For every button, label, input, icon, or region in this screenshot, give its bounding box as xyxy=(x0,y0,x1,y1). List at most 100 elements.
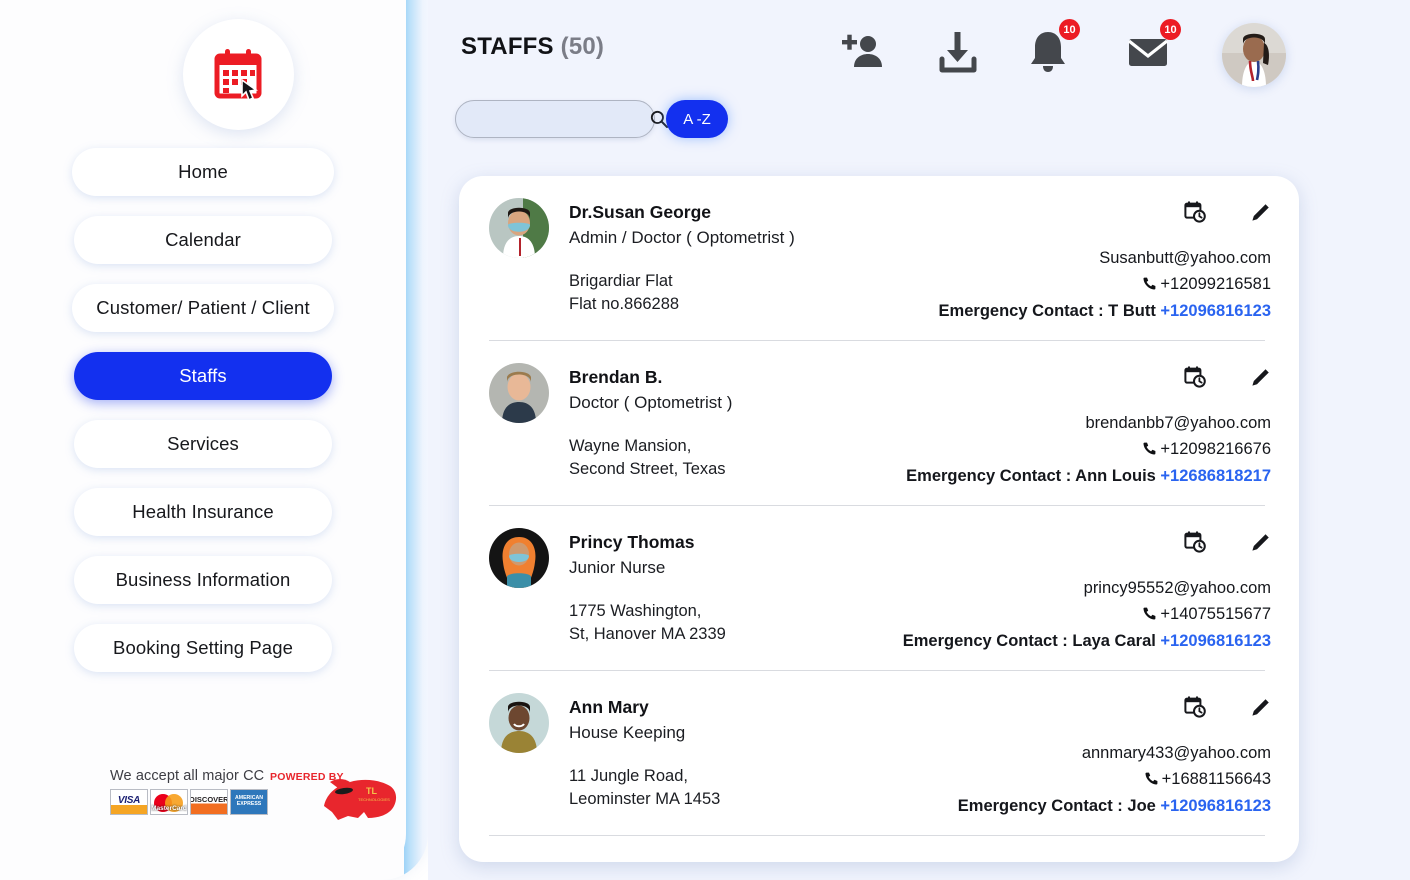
credit-cards-label: We accept all major CC xyxy=(110,768,265,784)
sidebar-item-staffs[interactable]: Staffs xyxy=(74,352,332,400)
staff-phone[interactable]: +12098216676 xyxy=(906,437,1271,465)
staff-email[interactable]: Susanbutt@yahoo.com xyxy=(939,246,1271,272)
download-button[interactable] xyxy=(935,28,981,81)
edit-button[interactable] xyxy=(1249,365,1273,389)
staff-name: Princy Thomas xyxy=(569,532,695,552)
staff-phone-number: +16881156643 xyxy=(1161,769,1271,788)
staff-phone[interactable]: +14075515677 xyxy=(903,602,1271,630)
schedule-button[interactable] xyxy=(1183,200,1207,224)
staff-address: 1775 Washington, St, Hanover MA 2339 xyxy=(569,602,726,643)
sidebar-item-services[interactable]: Services xyxy=(74,420,332,468)
staff-contact: annmary433@yahoo.com +16881156643 Emerge… xyxy=(958,741,1271,820)
staff-card-actions xyxy=(1183,695,1273,719)
phone-icon xyxy=(1142,439,1157,465)
staff-email[interactable]: princy95552@yahoo.com xyxy=(903,576,1271,602)
staff-role: House Keeping xyxy=(569,723,686,742)
edit-pencil-icon xyxy=(1252,368,1270,386)
staff-card[interactable]: Brendan B. Doctor ( Optometrist ) Wayne … xyxy=(459,341,1299,506)
staff-email[interactable]: brendanbb7@yahoo.com xyxy=(906,411,1271,437)
staff-name: Brendan B. xyxy=(569,367,663,387)
staff-emergency-contact: Emergency Contact : Laya Caral +12096816… xyxy=(903,629,1271,655)
messages-badge: 10 xyxy=(1160,19,1181,40)
emergency-phone[interactable]: +12096816123 xyxy=(1160,302,1271,320)
staff-card[interactable]: Princy Thomas Junior Nurse 1775 Washingt… xyxy=(459,506,1299,671)
avatar-photo xyxy=(1222,23,1286,87)
schedule-button[interactable] xyxy=(1183,695,1207,719)
staff-phone-number: +12099216581 xyxy=(1160,274,1271,293)
staff-avatar-princy xyxy=(489,528,549,588)
schedule-icon xyxy=(1184,531,1206,553)
page-title: STAFFS (50) xyxy=(461,33,604,61)
sidebar-item-label: Booking Setting Page xyxy=(113,637,293,658)
staff-card-actions xyxy=(1183,365,1273,389)
staff-avatar-susan xyxy=(489,198,549,258)
schedule-icon xyxy=(1184,366,1206,388)
discover-icon: DISCOVER xyxy=(190,789,228,815)
credit-card-logos: VISA MasterCard DISCOVER AMERICAN EXPRESS xyxy=(110,789,268,815)
sidebar-item-calendar[interactable]: Calendar xyxy=(74,216,332,264)
sidebar: Home Calendar Customer/ Patient / Client St… xyxy=(0,0,428,880)
staff-email[interactable]: annmary433@yahoo.com xyxy=(958,741,1271,767)
sidebar-item-home[interactable]: Home xyxy=(72,148,334,196)
add-staff-button[interactable] xyxy=(838,28,888,83)
bull-logo-icon: TL TECHNOLOGIES xyxy=(324,779,397,820)
emergency-label: Emergency Contact : Ann Louis xyxy=(906,467,1156,486)
staff-avatar[interactable] xyxy=(489,528,549,588)
sidebar-item-label: Staffs xyxy=(179,365,227,386)
main-content: STAFFS (50) 10 10 A -Z Dr.Susan George A… xyxy=(428,0,1410,880)
schedule-button[interactable] xyxy=(1183,530,1207,554)
schedule-icon xyxy=(1184,201,1206,223)
staff-card[interactable]: Ann Mary House Keeping 11 Jungle Road, L… xyxy=(459,671,1299,836)
staff-emergency-contact: Emergency Contact : T Butt +12096816123 xyxy=(939,299,1271,325)
edit-pencil-icon xyxy=(1252,698,1270,716)
edit-button[interactable] xyxy=(1249,530,1273,554)
messages-button[interactable]: 10 xyxy=(1125,19,1181,81)
sidebar-item-customer-patient-client[interactable]: Customer/ Patient / Client xyxy=(72,284,334,332)
emergency-phone[interactable]: +12096816123 xyxy=(1160,797,1271,815)
sidebar-item-booking-setting-page[interactable]: Booking Setting Page xyxy=(74,624,332,672)
staff-phone-number: +12098216676 xyxy=(1160,439,1271,458)
mastercard-icon: MasterCard xyxy=(150,789,188,815)
sidebar-item-health-insurance[interactable]: Health Insurance xyxy=(74,488,332,536)
edit-pencil-icon xyxy=(1252,203,1270,221)
staff-phone[interactable]: +16881156643 xyxy=(958,767,1271,795)
phone-icon xyxy=(1142,274,1157,300)
staff-phone[interactable]: +12099216581 xyxy=(939,272,1271,300)
staff-avatar[interactable] xyxy=(489,198,549,258)
sidebar-item-label: Services xyxy=(167,433,239,454)
staff-list-panel: Dr.Susan George Admin / Doctor ( Optomet… xyxy=(459,176,1299,862)
visa-icon: VISA xyxy=(110,789,148,815)
search-box[interactable] xyxy=(455,100,668,138)
sidebar-item-label: Customer/ Patient / Client xyxy=(96,297,310,318)
amex-icon: AMERICAN EXPRESS xyxy=(230,789,268,815)
app-logo[interactable] xyxy=(183,19,294,130)
sidebar-body: Home Calendar Customer/ Patient / Client St… xyxy=(0,0,406,880)
staff-address: 11 Jungle Road, Leominster MA 1453 xyxy=(569,767,721,808)
sidebar-item-business-information[interactable]: Business Information xyxy=(74,556,332,604)
schedule-button[interactable] xyxy=(1183,365,1207,389)
card-divider xyxy=(489,835,1265,836)
staff-avatar[interactable] xyxy=(489,693,549,753)
emergency-phone[interactable]: +12686818217 xyxy=(1160,467,1271,485)
sidebar-nav: Home Calendar Customer/ Patient / Client St… xyxy=(0,148,406,692)
powered-by-block: POWERED BY TL TECHNOLOGIES xyxy=(270,766,400,828)
sort-az-button[interactable]: A -Z xyxy=(666,100,728,138)
staff-contact: princy95552@yahoo.com +14075515677 Emerg… xyxy=(903,576,1271,655)
staff-avatar[interactable] xyxy=(489,363,549,423)
staff-emergency-contact: Emergency Contact : Joe +12096816123 xyxy=(958,794,1271,820)
schedule-icon xyxy=(1184,696,1206,718)
staff-card[interactable]: Dr.Susan George Admin / Doctor ( Optomet… xyxy=(459,176,1299,341)
emergency-phone[interactable]: +12096816123 xyxy=(1160,632,1271,650)
notifications-button[interactable]: 10 xyxy=(1026,19,1080,81)
sidebar-item-label: Calendar xyxy=(165,229,241,250)
sidebar-item-label: Health Insurance xyxy=(132,501,274,522)
staff-card-actions xyxy=(1183,530,1273,554)
search-input[interactable] xyxy=(468,111,649,127)
staff-contact: brendanbb7@yahoo.com +12098216676 Emerge… xyxy=(906,411,1271,490)
staff-address: Wayne Mansion, Second Street, Texas xyxy=(569,437,726,478)
edit-button[interactable] xyxy=(1249,695,1273,719)
staff-avatar-brendan xyxy=(489,363,549,423)
edit-button[interactable] xyxy=(1249,200,1273,224)
user-avatar[interactable] xyxy=(1222,23,1286,87)
sidebar-edge-gradient xyxy=(404,0,428,880)
